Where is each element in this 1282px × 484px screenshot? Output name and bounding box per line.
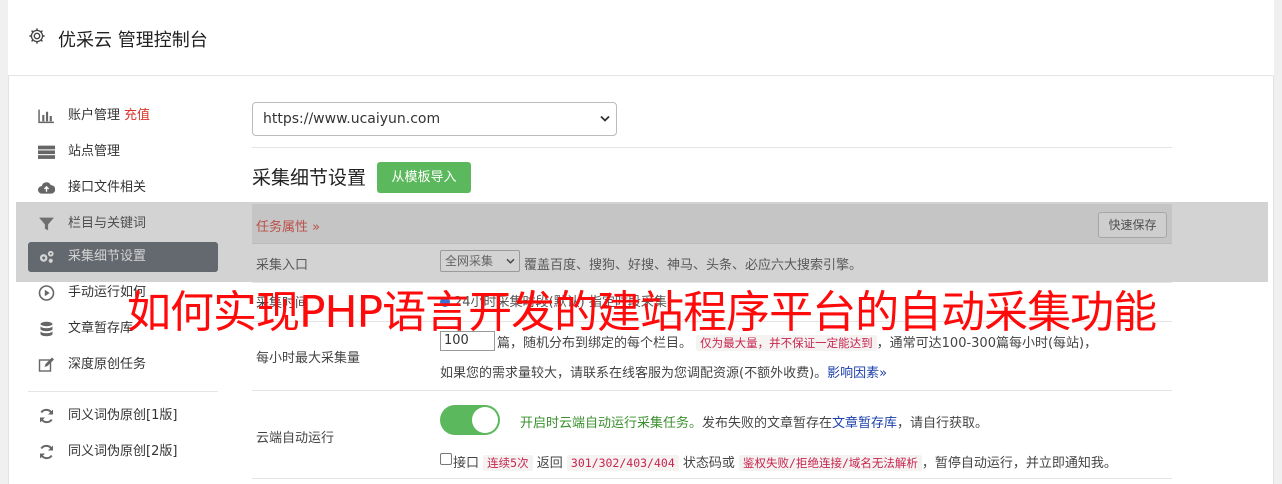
sidebar-item-label: 账户管理	[68, 108, 121, 123]
sidebar-item-label: 文章暂存库	[68, 321, 134, 336]
app-title: 优采云 管理控制台	[58, 30, 208, 51]
sidebar-item-api-files[interactable]: 接口文件相关	[28, 170, 218, 206]
gear-icon	[29, 28, 45, 44]
cloud-run-toggle[interactable]	[440, 405, 500, 435]
sidebar-item-account[interactable]: 账户管理 充值	[28, 98, 218, 134]
notify-desc: 接口 连续5次 返回 301/302/403/404 状态码或 鉴权失败/拒绝连…	[453, 455, 1117, 471]
divider	[252, 147, 1172, 148]
top-bar: 优采云 管理控制台	[8, 0, 1274, 76]
server-icon	[38, 145, 55, 159]
article-store-link[interactable]: 文章暂存库	[832, 416, 897, 431]
section-title: 采集细节设置	[252, 167, 367, 189]
max-desc-line2: 如果您的需求量较大，请联系在线客服为您调配资源(不额外收费)。影响因素»	[440, 366, 888, 381]
watermark-text: 如何实现PHP语言开发的建站程序平台的自动采集功能	[127, 287, 1157, 338]
max-label: 每小时最大采集量	[256, 351, 361, 366]
refresh-icon	[40, 408, 53, 424]
toggle-knob	[472, 407, 498, 433]
sidebar-item-label: 接口文件相关	[68, 180, 147, 195]
cloud-upload-icon	[38, 182, 55, 194]
sidebar-item-label: 同义词伪原创[1版]	[68, 408, 178, 423]
divider	[252, 478, 1172, 479]
overlay-band	[16, 202, 1268, 282]
cloud-desc: 开启时云端自动运行采集任务。发布失败的文章暂存在文章暂存库，请自行获取。	[520, 416, 989, 431]
chevron-down-icon	[600, 115, 610, 122]
cloud-label: 云端自动运行	[256, 431, 335, 446]
sidebar-item-deep-original[interactable]: 深度原创任务	[28, 347, 218, 383]
sidebar-divider	[28, 391, 218, 392]
edit-icon	[38, 357, 54, 372]
bar-chart-icon	[38, 109, 54, 124]
sidebar-item-sites[interactable]: 站点管理	[28, 134, 218, 170]
recharge-link[interactable]: 充值	[124, 108, 150, 123]
sidebar-item-label: 站点管理	[68, 144, 121, 159]
sidebar-item-label: 深度原创任务	[68, 357, 147, 372]
site-select-value: https://www.ucaiyun.com	[263, 111, 441, 127]
site-select[interactable]: https://www.ucaiyun.com	[252, 102, 617, 136]
divider	[252, 390, 1172, 391]
notify-checkbox[interactable]	[440, 453, 452, 465]
sidebar-item-synonym-v2[interactable]: 同义词伪原创[2版]	[28, 434, 218, 470]
refresh-icon	[40, 444, 53, 460]
impact-factors-link[interactable]: 影响因素»	[827, 366, 887, 381]
import-template-button[interactable]: 从模板导入	[377, 162, 471, 193]
database-icon	[40, 321, 53, 337]
sidebar-item-synonym-v1[interactable]: 同义词伪原创[1版]	[28, 398, 218, 434]
sidebar-item-label: 同义词伪原创[2版]	[68, 444, 178, 459]
play-circle-icon	[38, 285, 55, 301]
